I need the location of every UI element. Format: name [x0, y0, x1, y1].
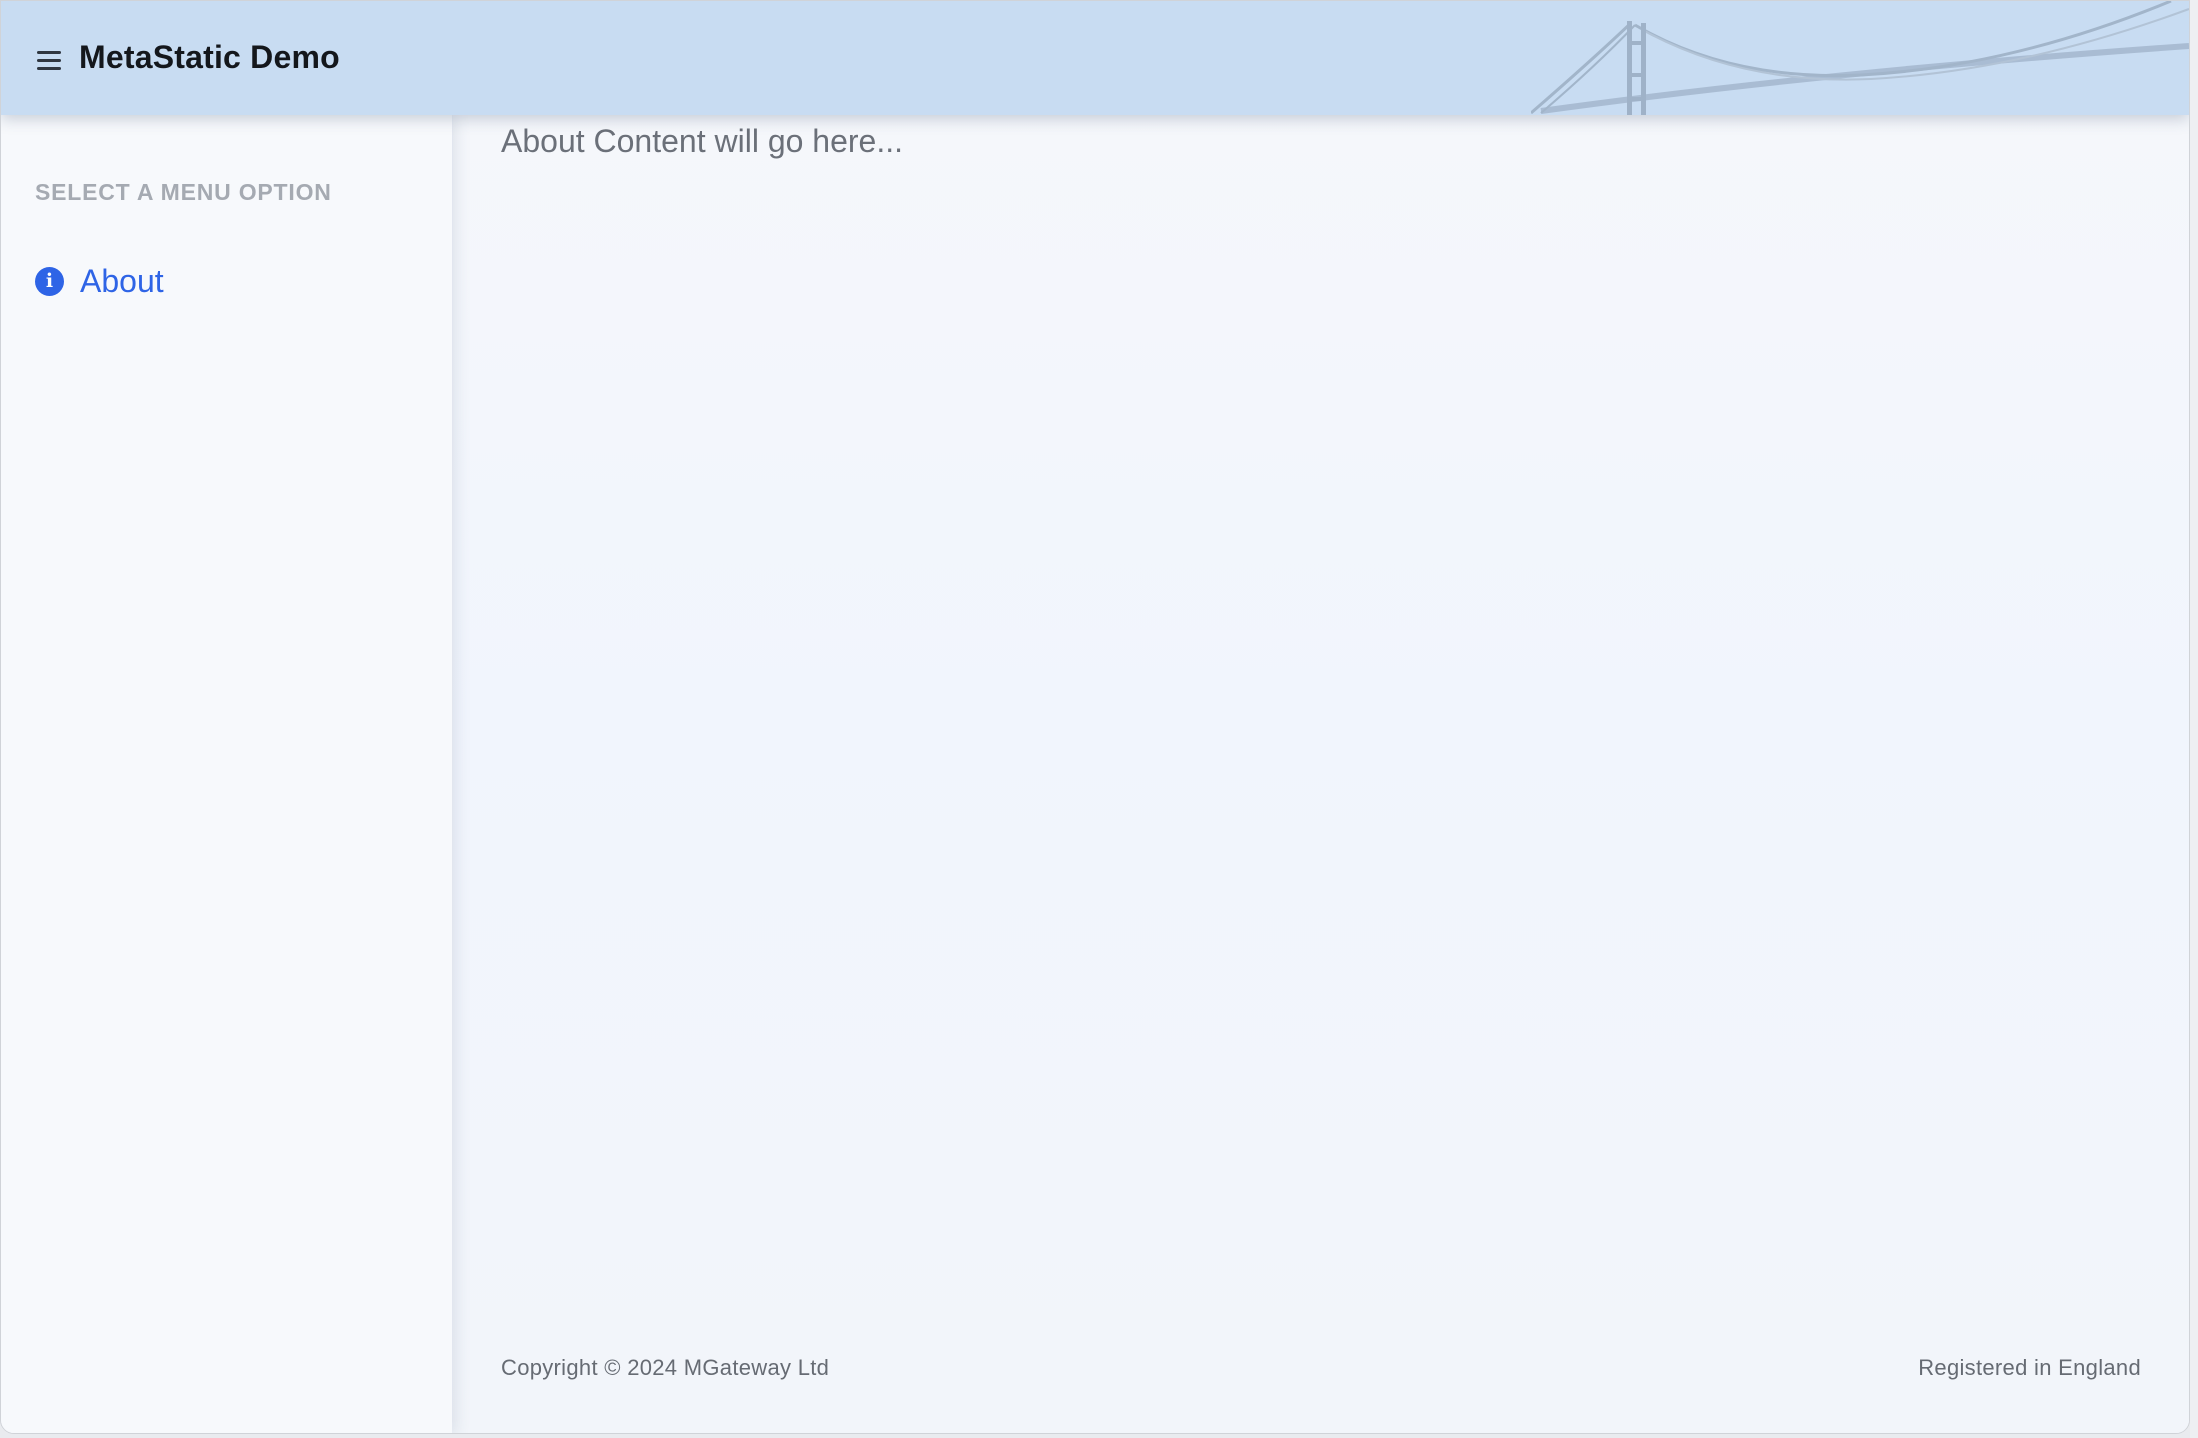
sidebar-item-label: About [80, 262, 164, 299]
sidebar-item-about[interactable]: i About [35, 261, 164, 301]
app-window: MetaStatic Demo SELECT A MENU OPTION i A… [0, 0, 2190, 1434]
footer-registered: Registered in England [1918, 1355, 2141, 1380]
sidebar-heading: SELECT A MENU OPTION [35, 179, 332, 205]
main-content: About Content will go here... Copyright … [453, 115, 2189, 1433]
app-title: MetaStatic Demo [79, 39, 340, 75]
footer-copyright: Copyright © 2024 MGateway Ltd [501, 1355, 830, 1380]
hamburger-menu-icon[interactable] [31, 45, 67, 77]
bridge-illustration-icon [1531, 1, 2189, 115]
sidebar: SELECT A MENU OPTION i About [1, 115, 452, 1433]
info-circle-icon: i [35, 266, 64, 296]
content-placeholder-text: About Content will go here... [501, 123, 904, 159]
app-header: MetaStatic Demo [1, 1, 2189, 115]
background-window-strip [2190, 0, 2198, 1438]
